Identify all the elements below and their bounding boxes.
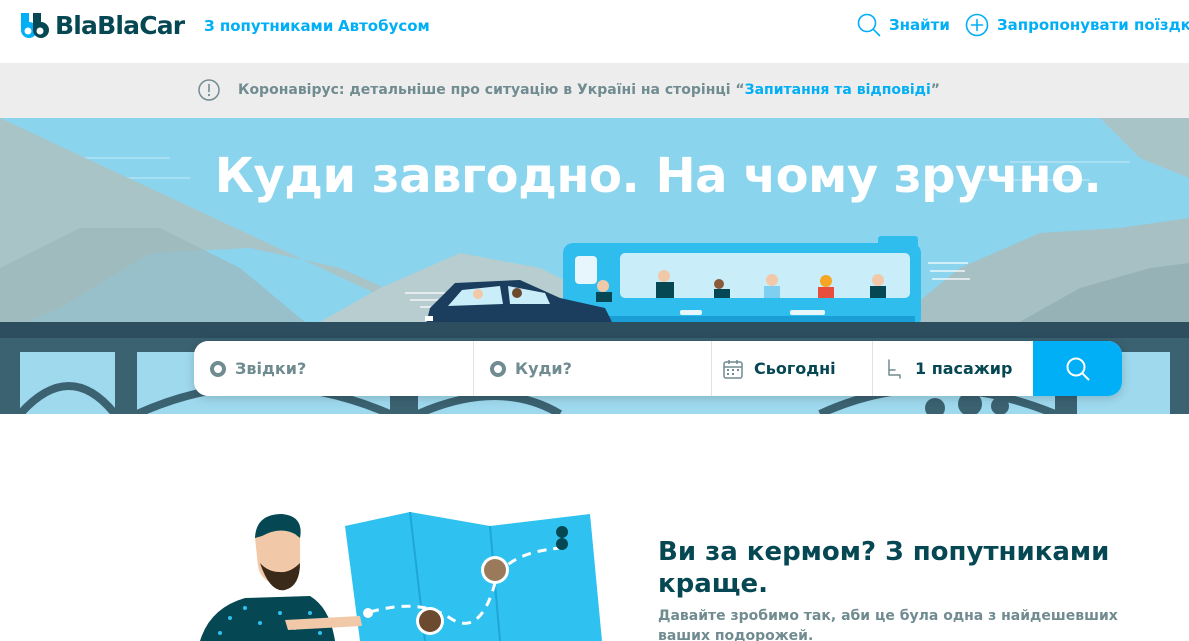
passengers-value: 1 пасажир bbox=[915, 359, 1013, 378]
offer-ride-link[interactable]: Запропонувати поїздку bbox=[965, 13, 1189, 37]
to-field[interactable]: Куди? bbox=[474, 341, 712, 396]
hero-title: Куди завгодно. На чому зручно. bbox=[214, 148, 1102, 204]
ride-search-form: Звідки? Куди? Сьогодні 1 пасажир bbox=[194, 341, 1122, 396]
search-icon bbox=[1066, 357, 1089, 380]
info-icon bbox=[198, 79, 220, 101]
faq-link[interactable]: Запитання та відповіді bbox=[745, 82, 931, 98]
banner-text: Коронавірус: детальніше про ситуацію в У… bbox=[238, 82, 745, 98]
blablacar-logo-icon bbox=[21, 13, 49, 38]
logo-text: BlaBlaCar bbox=[55, 10, 185, 40]
banner-text-end: ” bbox=[930, 82, 940, 98]
offer-ride-label: Запропонувати поїздку bbox=[997, 16, 1189, 34]
nav-bus[interactable]: Автобусом bbox=[338, 17, 430, 35]
from-placeholder: Звідки? bbox=[235, 359, 307, 378]
origin-dot-icon bbox=[210, 360, 226, 377]
calendar-icon bbox=[723, 359, 743, 379]
top-header: BlaBlaCar З попутниками Автобусом Знайти… bbox=[0, 0, 1189, 63]
blablacar-logo[interactable]: BlaBlaCar bbox=[18, 10, 185, 40]
covid-banner: Коронавірус: детальніше про ситуацію в У… bbox=[0, 63, 1189, 118]
passengers-selector[interactable]: 1 пасажир bbox=[873, 341, 1033, 396]
date-value: Сьогодні bbox=[754, 359, 836, 378]
find-ride-link[interactable]: Знайти bbox=[857, 13, 950, 37]
search-icon bbox=[857, 13, 881, 37]
destination-dot-icon bbox=[490, 360, 506, 377]
seat-icon bbox=[888, 358, 901, 379]
from-field[interactable]: Звідки? bbox=[194, 341, 474, 396]
plus-circle-icon bbox=[965, 13, 989, 37]
date-picker[interactable]: Сьогодні bbox=[712, 341, 873, 396]
to-placeholder: Куди? bbox=[515, 359, 572, 378]
search-button[interactable] bbox=[1033, 341, 1122, 396]
nav-carpool[interactable]: З попутниками bbox=[204, 17, 333, 35]
find-ride-label: Знайти bbox=[889, 16, 950, 34]
driver-map-illustration bbox=[200, 511, 602, 641]
promo-subtitle: Давайте зробимо так, аби це була одна з … bbox=[658, 608, 1118, 641]
promo-title: Ви за кермом? З попутниками краще. bbox=[658, 537, 1110, 599]
